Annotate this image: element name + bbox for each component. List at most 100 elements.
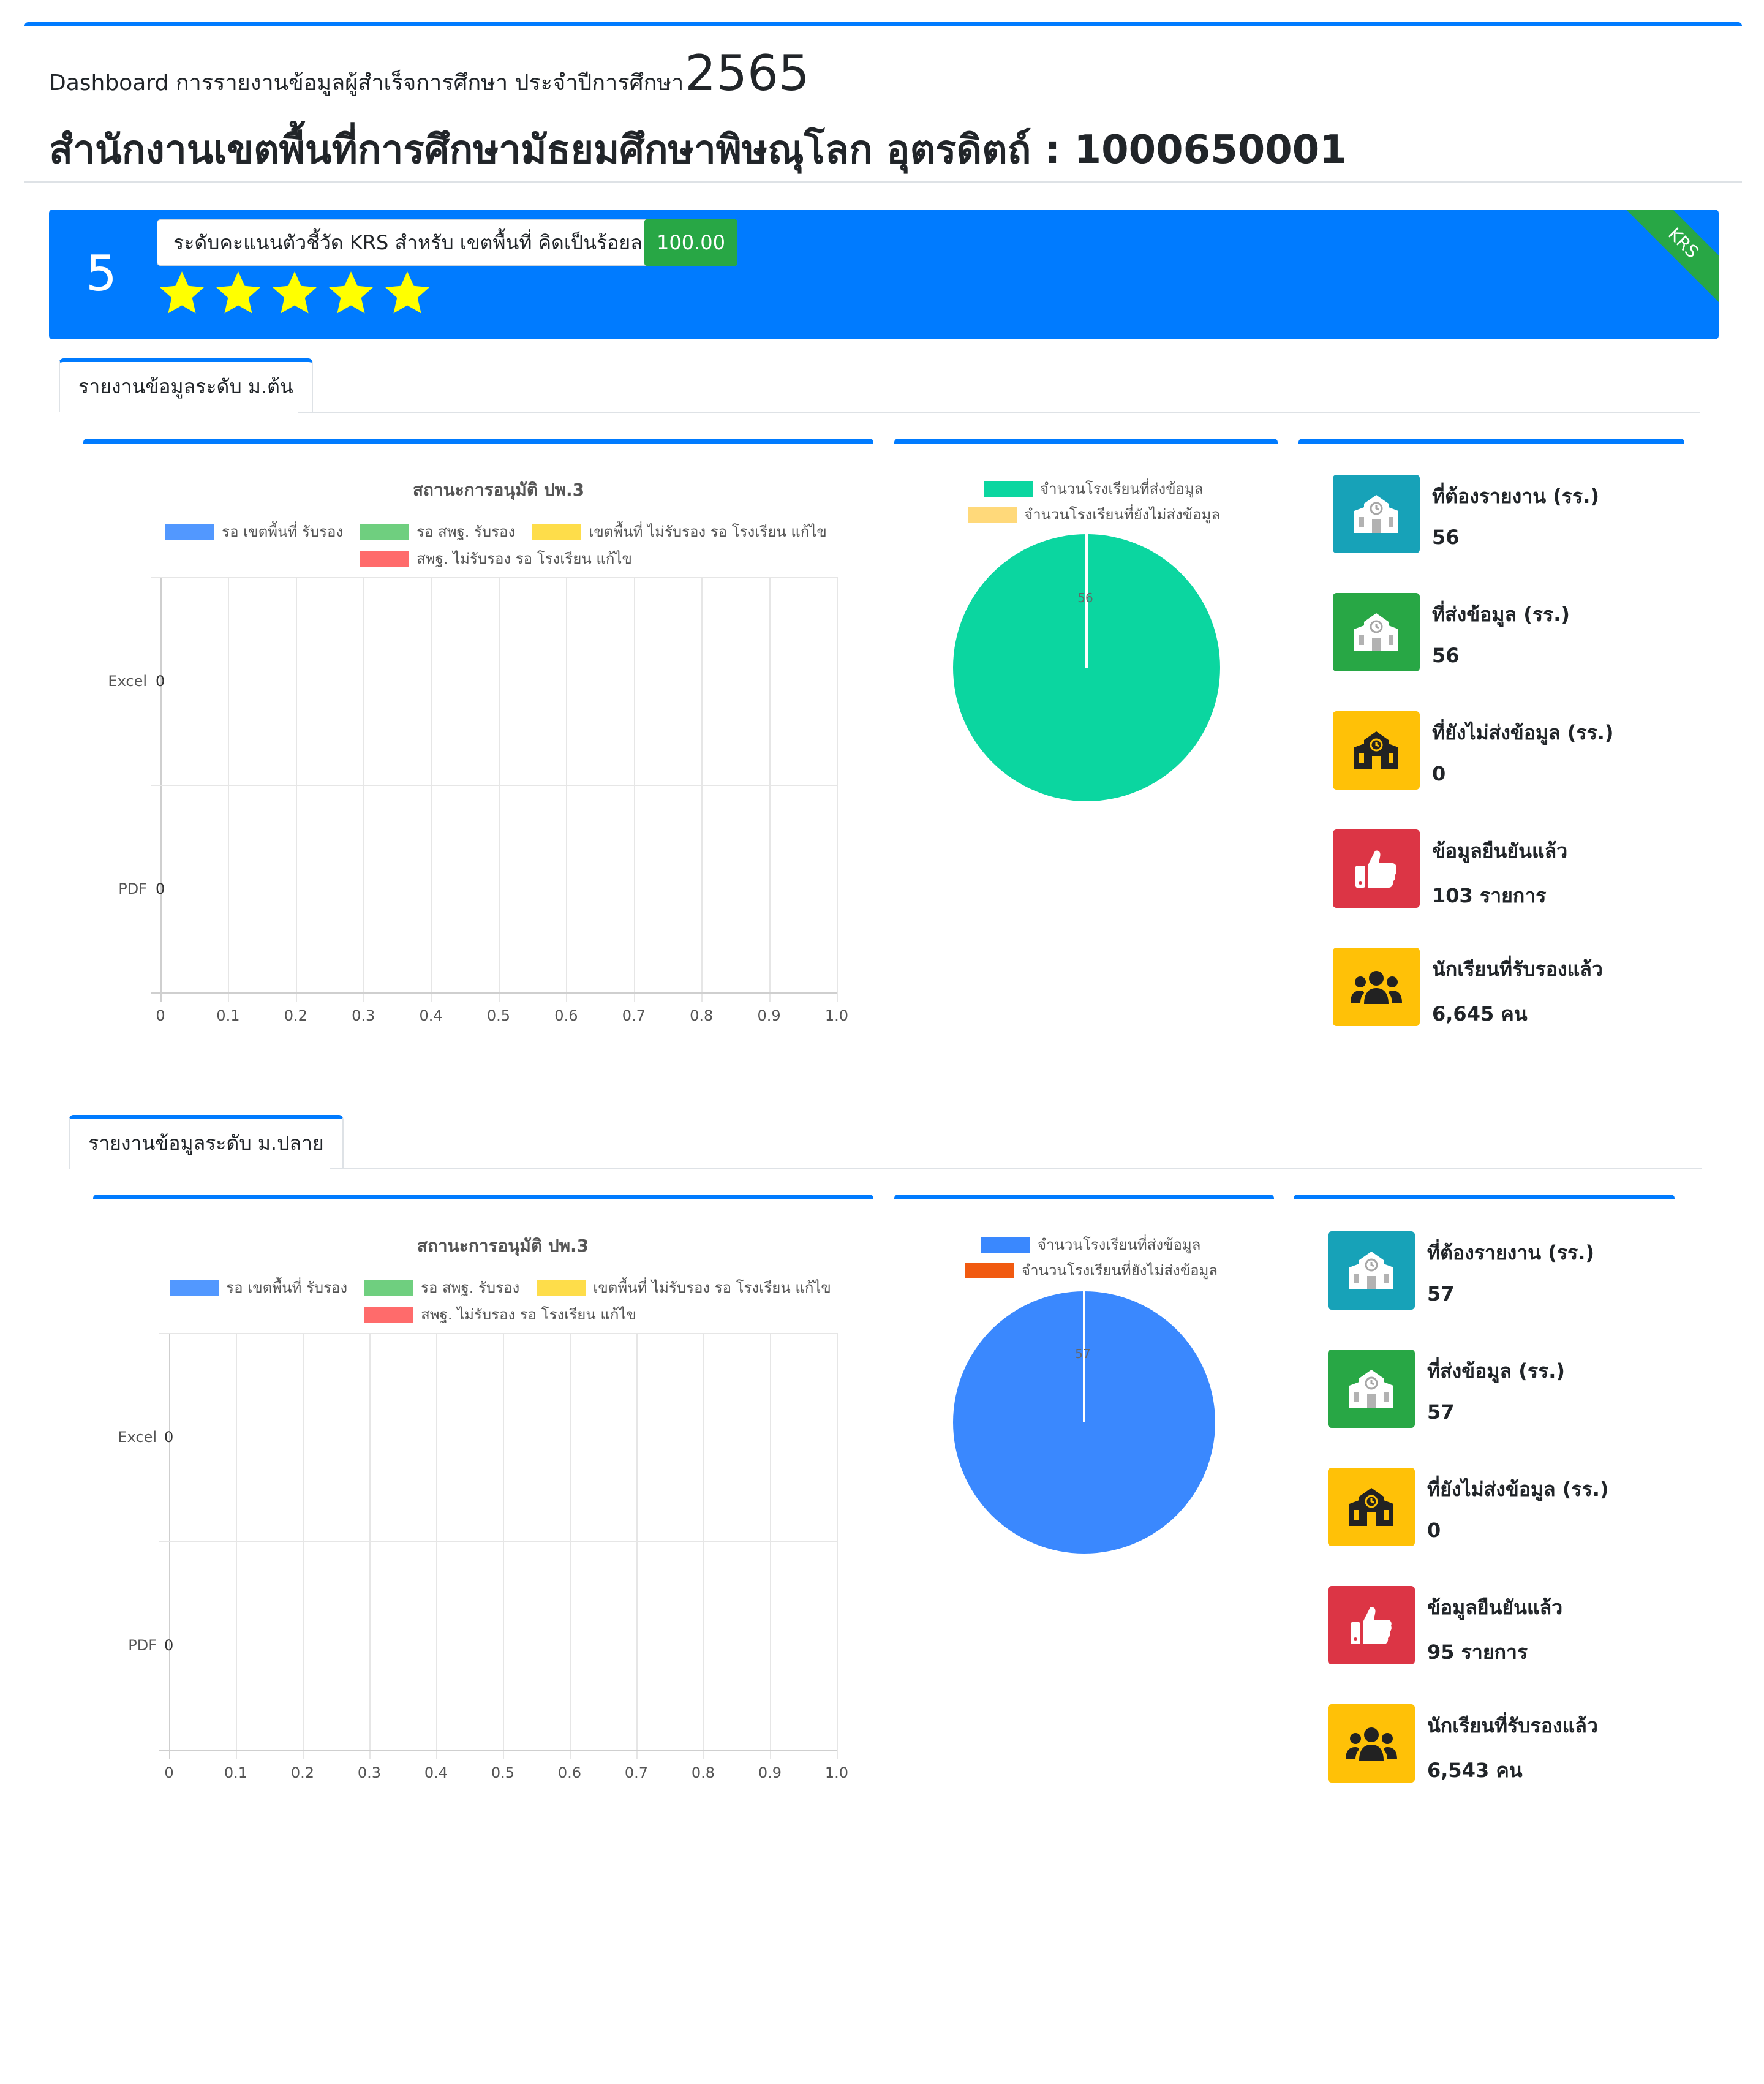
card-top-border	[93, 1195, 873, 1199]
pie-legend-item[interactable]: จำนวนโรงเรียนที่ยังไม่ส่งข้อมูล	[968, 502, 1220, 526]
x-gridline	[566, 577, 568, 1002]
school-icon	[1349, 1488, 1393, 1526]
stat-text: ที่ส่งข้อมูล (รร.) 57	[1427, 1356, 1565, 1424]
legend-label: สพฐ. ไม่รับรอง รอ โรงเรียน แก้ไข	[417, 550, 632, 567]
stat-icon-box	[1333, 829, 1420, 908]
x-gridline	[363, 577, 365, 1002]
stat-value: 103 รายการ	[1432, 884, 1547, 907]
y-category-label: Excel	[108, 672, 147, 690]
legend-item[interactable]: เขตพื้นที่ ไม่รับรอง รอ โรงเรียน แก้ไข	[532, 519, 827, 543]
star-icon	[160, 271, 204, 314]
school-icon	[1349, 1370, 1393, 1408]
section-tab-label: รายงานข้อมูลระดับ ม.ปลาย	[88, 1131, 324, 1155]
stat-text: ที่ยังไม่ส่งข้อมูล (รร.) 0	[1432, 717, 1614, 785]
card-top-border	[1298, 439, 1684, 444]
bar-chart-legend-row2: สพฐ. ไม่รับรอง รอ โรงเรียน แก้ไข	[175, 1302, 843, 1326]
stat-certified-students: นักเรียนที่รับรองแล้ว 6,543 คน	[1328, 1704, 1598, 1786]
legend-label: เขตพื้นที่ ไม่รับรอง รอ โรงเรียน แก้ไข	[589, 523, 827, 540]
legend-item[interactable]: รอ สพฐ. รับรอง	[360, 519, 515, 543]
stat-confirmed-records: ข้อมูลยืนยันแล้ว 103 รายการ	[1333, 829, 1567, 912]
stat-value: 95 รายการ	[1427, 1640, 1528, 1664]
stat-text: ข้อมูลยืนยันแล้ว 103 รายการ	[1432, 836, 1567, 912]
x-gridline	[169, 1333, 170, 1759]
x-tick-label: 0.1	[224, 1764, 248, 1781]
y-gridline	[151, 577, 837, 578]
pie-legend-item[interactable]: จำนวนโรงเรียนที่ส่งข้อมูล	[981, 1233, 1200, 1256]
pie-legend-label: จำนวนโรงเรียนที่ส่งข้อมูล	[1038, 1236, 1201, 1253]
y-gridline	[151, 785, 837, 786]
stat-label: ข้อมูลยืนยันแล้ว	[1427, 1596, 1563, 1619]
legend-swatch	[364, 1306, 414, 1323]
krs-ribbon: KRS	[1624, 210, 1719, 303]
x-tick-label: 0.2	[284, 1007, 307, 1024]
krs-label: ระดับคะแนนตัวชี้วัด KRS สำหรับ เขตพื้นที…	[157, 219, 669, 266]
stat-value: 56	[1432, 526, 1460, 549]
section-tab[interactable]: รายงานข้อมูลระดับ ม.ปลาย	[69, 1115, 344, 1169]
y-gridline	[159, 1750, 837, 1751]
x-tick-label: 0.9	[757, 1007, 781, 1024]
stat-icon-box	[1328, 1704, 1415, 1783]
x-tick-label: 0.9	[758, 1764, 782, 1781]
dashboard-title-prefix: Dashboard การรายงานข้อมูลผู้สำเร็จการศึก…	[49, 70, 684, 96]
stat-label: นักเรียนที่รับรองแล้ว	[1432, 957, 1603, 981]
pie-legend-item[interactable]: จำนวนโรงเรียนที่ยังไม่ส่งข้อมูล	[965, 1258, 1218, 1282]
x-gridline	[701, 577, 703, 1002]
legend-item[interactable]: รอ เขตพื้นที่ รับรอง	[165, 519, 343, 543]
x-gridline	[236, 1333, 237, 1759]
legend-swatch	[165, 523, 215, 540]
stat-label: นักเรียนที่รับรองแล้ว	[1427, 1714, 1598, 1737]
pie-legend-label: จำนวนโรงเรียนที่ยังไม่ส่งข้อมูล	[1024, 506, 1221, 523]
stat-icon-box	[1328, 1468, 1415, 1546]
stat-value: 0	[1432, 762, 1446, 785]
school-icon	[1349, 1252, 1393, 1289]
x-tick-label: 0.5	[486, 1007, 511, 1024]
stat-icon-box	[1328, 1586, 1415, 1664]
pie-legend-swatch	[981, 1236, 1030, 1253]
legend-item[interactable]: สพฐ. ไม่รับรอง รอ โรงเรียน แก้ไข	[360, 546, 632, 570]
x-gridline	[503, 1333, 504, 1759]
bar-chart-legend: รอ เขตพื้นที่ รับรอง รอ สพฐ. รับรอง เขตพื้…	[170, 1275, 843, 1299]
school-icon	[1354, 495, 1398, 533]
x-gridline	[295, 577, 297, 1002]
pie-legend-item[interactable]: จำนวนโรงเรียนที่ส่งข้อมูล	[984, 477, 1203, 500]
legend-item[interactable]: รอ เขตพื้นที่ รับรอง	[170, 1275, 347, 1299]
x-gridline	[499, 577, 500, 1002]
legend-label: รอ สพฐ. รับรอง	[421, 1279, 520, 1296]
stat-icon-box	[1333, 711, 1420, 790]
x-tick-label: 1.0	[824, 1764, 849, 1781]
stat-not-submitted: ที่ยังไม่ส่งข้อมูล (รร.) 0	[1328, 1468, 1609, 1546]
bar-data-label: 0	[164, 1429, 174, 1446]
x-tick-label: 1.0	[824, 1007, 849, 1024]
x-gridline	[431, 577, 432, 1002]
star-rating	[157, 268, 432, 319]
stat-text: ที่ต้องรายงาน (รร.) 57	[1427, 1237, 1594, 1305]
legend-item[interactable]: เขตพื้นที่ ไม่รับรอง รอ โรงเรียน แก้ไข	[537, 1275, 831, 1299]
stat-text: ข้อมูลยืนยันแล้ว 95 รายการ	[1427, 1592, 1562, 1668]
pie-legend-swatch	[968, 506, 1017, 523]
x-gridline	[303, 1333, 304, 1759]
krs-banner: 5 ระดับคะแนนตัวชี้วัด KRS สำหรับ เขตพื้น…	[49, 210, 1719, 339]
bar-chart-title: สถานะการอนุมัติ ปพ.3	[417, 1236, 589, 1256]
y-gridline	[159, 1541, 837, 1542]
legend-item[interactable]: รอ สพฐ. รับรอง	[364, 1275, 519, 1299]
stat-label: ข้อมูลยืนยันแล้ว	[1432, 839, 1568, 863]
school-icon	[1354, 731, 1398, 769]
krs-score: 5	[86, 245, 117, 302]
stat-icon-box	[1328, 1350, 1415, 1428]
legend-swatch	[537, 1279, 586, 1296]
stat-to-report: ที่ต้องรายงาน (รร.) 57	[1328, 1231, 1594, 1310]
stat-label: ที่ส่งข้อมูล (รร.)	[1432, 603, 1570, 626]
legend-swatch	[532, 523, 582, 540]
office-name: สำนักงานเขตพื้นที่การศึกษามัธยมศึกษาพิษณ…	[49, 127, 1347, 173]
x-tick-label: 0.7	[624, 1764, 649, 1781]
section-divider	[330, 1168, 1702, 1169]
stat-confirmed-records: ข้อมูลยืนยันแล้ว 95 รายการ	[1328, 1586, 1562, 1668]
legend-swatch	[364, 1279, 414, 1296]
stat-text: นักเรียนที่รับรองแล้ว 6,543 คน	[1427, 1710, 1598, 1786]
bar-chart-legend-row2: สพฐ. ไม่รับรอง รอ โรงเรียน แก้ไข	[167, 546, 843, 570]
stat-icon-box	[1333, 948, 1420, 1026]
legend-item[interactable]: สพฐ. ไม่รับรอง รอ โรงเรียน แก้ไข	[364, 1302, 636, 1326]
section-tab[interactable]: รายงานข้อมูลระดับ ม.ต้น	[59, 358, 313, 412]
pie-legend-label: จำนวนโรงเรียนที่ยังไม่ส่งข้อมูล	[1022, 1262, 1218, 1279]
x-gridline	[436, 1333, 437, 1759]
